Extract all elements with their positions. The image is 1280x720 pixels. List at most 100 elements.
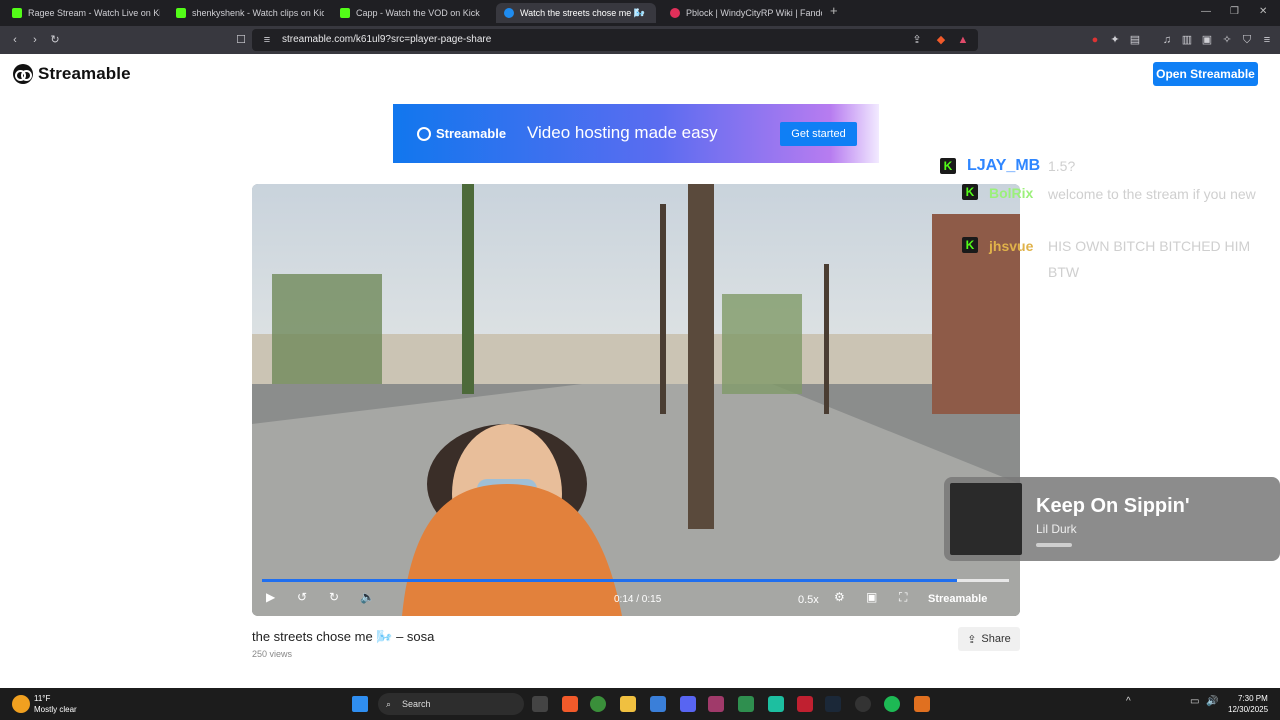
tab-streamable-active[interactable]: Watch the streets chose me 🌬️ ✕: [496, 3, 656, 23]
chat-message: HIS OWN BITCH BITCHED HIM BTW: [1048, 238, 1251, 280]
store-icon[interactable]: [650, 696, 666, 712]
brave-shields-icon[interactable]: ◆: [934, 33, 948, 47]
clock-date[interactable]: 12/30/2025: [1228, 705, 1268, 714]
vpn-icon[interactable]: ⛉: [1240, 33, 1254, 47]
chat-message: 1.5?: [1048, 158, 1076, 174]
windows-start-icon[interactable]: [352, 696, 368, 712]
network-icon[interactable]: ▭: [1190, 696, 1199, 707]
play-icon[interactable]: ▶: [266, 590, 275, 604]
reader-icon[interactable]: ▤: [1128, 33, 1142, 47]
video-time: 0:14 / 0:15: [614, 594, 662, 605]
task-view-icon[interactable]: [532, 696, 548, 712]
tab-title: Capp - Watch the VOD on Kick: [356, 8, 480, 18]
app-icon[interactable]: [708, 696, 724, 712]
rewards-icon[interactable]: ▲: [956, 33, 970, 47]
bookmark-icon[interactable]: ☐: [234, 33, 248, 47]
tab-capp[interactable]: Capp - Watch the VOD on Kick: [332, 3, 488, 23]
app-icon[interactable]: [914, 696, 930, 712]
tab-title: Ragee Stream - Watch Live on Ki: [28, 8, 160, 18]
reload-icon[interactable]: ↻: [48, 33, 62, 47]
logo-text: Streamable: [38, 64, 131, 83]
restore-icon[interactable]: ❐: [1230, 6, 1239, 17]
rewind-icon[interactable]: ↺: [297, 590, 307, 604]
tab-ragee-stream[interactable]: Ragee Stream - Watch Live on Ki: [4, 3, 160, 23]
site-info-icon[interactable]: ≡: [260, 33, 274, 47]
banner-tagline: Video hosting made easy: [527, 123, 718, 142]
weather-temperature[interactable]: 11°F: [34, 694, 50, 703]
ublock-icon[interactable]: ●: [1088, 33, 1102, 47]
tab-shenkyshenk[interactable]: shenkyshenk - Watch clips on Kick: [168, 3, 324, 23]
streamable-icon: [504, 8, 514, 18]
spotify-icon[interactable]: [884, 696, 900, 712]
kick-badge-icon: K: [962, 237, 978, 253]
streamable-logo[interactable]: Streamable: [13, 64, 131, 84]
fandom-icon: [670, 8, 680, 18]
app-icon[interactable]: [738, 696, 754, 712]
taskbar-search[interactable]: ⌕ Search: [378, 693, 524, 715]
address-bar[interactable]: ≡ streamable.com/k61ul9?src=player-page-…: [252, 29, 978, 51]
tab-fandom[interactable]: Pblock | WindyCityRP Wiki | Fandom: [662, 3, 822, 23]
track-title: Keep On Sippin': [1036, 495, 1190, 517]
album-art: [950, 483, 1022, 555]
share-icon: ⇪: [967, 633, 977, 646]
kick-badge-icon: K: [962, 184, 978, 200]
tab-title: Watch the streets chose me 🌬️: [520, 7, 645, 18]
video-progress-bar[interactable]: [262, 579, 1009, 582]
weather-condition[interactable]: Mostly clear: [34, 705, 77, 714]
minimize-icon[interactable]: —: [1201, 6, 1211, 17]
search-label: Search: [402, 699, 431, 709]
back-icon[interactable]: ‹: [8, 33, 22, 47]
streamable-watermark[interactable]: Streamable: [928, 593, 987, 605]
leo-icon[interactable]: ✧: [1220, 33, 1234, 47]
search-icon: ⌕: [386, 699, 392, 709]
chrome-icon[interactable]: [590, 696, 606, 712]
forward-icon[interactable]: ›: [28, 33, 42, 47]
app-icon[interactable]: [855, 696, 871, 712]
picture-in-picture-icon[interactable]: ▣: [866, 590, 877, 604]
discord-icon[interactable]: [680, 696, 696, 712]
brave-icon[interactable]: [562, 696, 578, 712]
new-tab-icon[interactable]: +: [830, 3, 838, 18]
close-window-icon[interactable]: ✕: [1259, 6, 1267, 17]
sidebar-icon[interactable]: ▥: [1180, 33, 1194, 47]
streamable-logo-icon: [13, 64, 33, 84]
tray-chevron-icon[interactable]: ^: [1126, 696, 1131, 707]
app-icon[interactable]: [768, 696, 784, 712]
video-title: the streets chose me 🌬️ – sosa: [252, 629, 435, 644]
taskbar: 11°F Mostly clear ⌕ Search ^ ▭ 🔊 7:30 PM…: [0, 688, 1280, 720]
kick-icon: [340, 8, 350, 18]
clock-time[interactable]: 7:30 PM: [1238, 694, 1268, 703]
media-icon[interactable]: ♫: [1160, 33, 1174, 47]
volume-icon[interactable]: 🔈: [360, 590, 375, 604]
chat-message: welcome to the stream if you new: [1048, 186, 1256, 202]
fullscreen-icon[interactable]: ⛶: [899, 590, 907, 605]
close-tab-icon[interactable]: ✕: [655, 8, 656, 19]
share-button[interactable]: ⇪ Share: [958, 627, 1020, 651]
chat-username: BolRix: [989, 185, 1034, 201]
chat-username: jhsvue: [989, 238, 1034, 254]
view-count: 250 views: [252, 649, 293, 659]
settings-gear-icon[interactable]: ⚙: [834, 590, 845, 604]
volume-icon[interactable]: 🔊: [1206, 696, 1218, 707]
ad-banner[interactable]: Streamable Video hosting made easy Get s…: [393, 104, 879, 163]
streamable-logo-icon: [417, 126, 431, 141]
banner-logo: Streamable: [417, 126, 506, 141]
now-playing-widget[interactable]: Keep On Sippin' Lil Durk: [944, 477, 1280, 561]
menu-icon[interactable]: ≡: [1260, 33, 1274, 47]
open-streamable-button[interactable]: Open Streamable: [1153, 62, 1258, 86]
tab-title: Pblock | WindyCityRP Wiki | Fandom: [686, 8, 822, 18]
app-icon[interactable]: [797, 696, 813, 712]
share-page-icon[interactable]: ⇪: [910, 33, 924, 47]
share-label: Share: [981, 633, 1011, 645]
video-progress-fill: [262, 579, 957, 582]
get-started-button[interactable]: Get started: [780, 122, 857, 146]
weather-icon[interactable]: [12, 695, 30, 713]
forward-skip-icon[interactable]: ↻: [329, 590, 339, 604]
kick-icon: [12, 8, 22, 18]
video-player[interactable]: ▶ ↺ ↻ 🔈 0:14 / 0:15 0.5x ⚙ ▣ ⛶ Streamabl…: [252, 184, 1020, 616]
playback-speed-button[interactable]: 0.5x: [798, 594, 819, 606]
extensions-icon[interactable]: ✦: [1108, 33, 1122, 47]
file-explorer-icon[interactable]: [620, 696, 636, 712]
steam-icon[interactable]: [825, 696, 841, 712]
wallet-icon[interactable]: ▣: [1200, 33, 1214, 47]
